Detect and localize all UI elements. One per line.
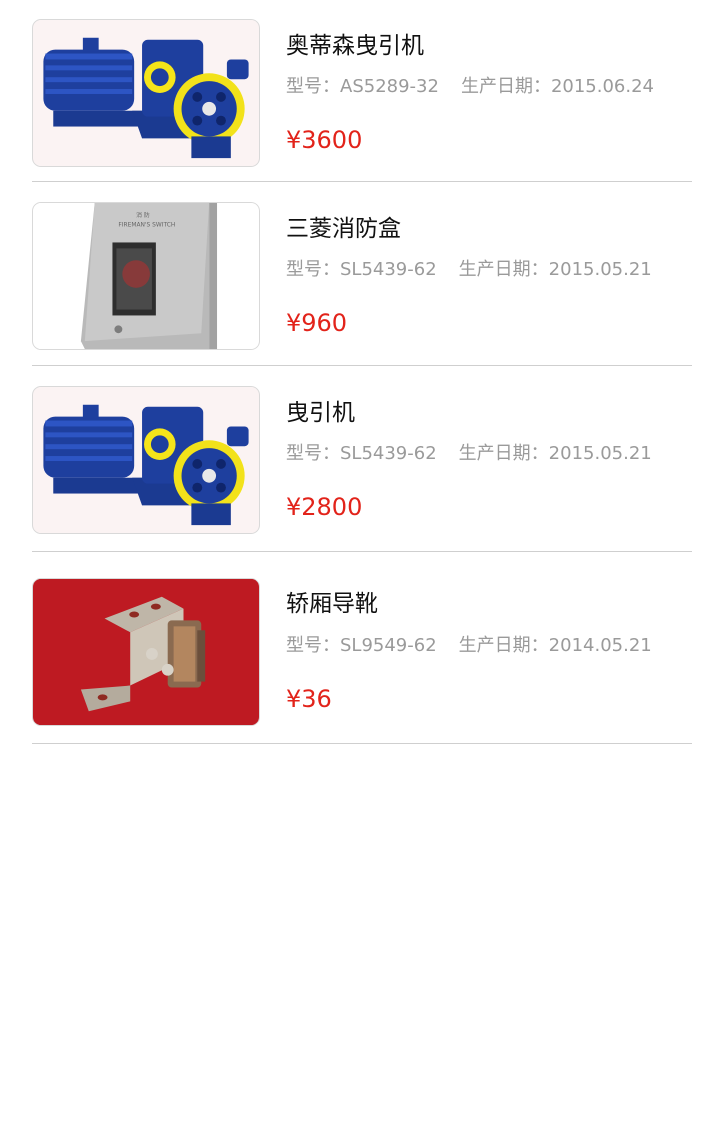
model-label: 型号： <box>286 259 340 280</box>
date-value: 2015.05.21 <box>548 443 652 464</box>
car-guide-shoe-image <box>33 579 259 725</box>
list-item[interactable]: 曳引机 型号：SL5439-62 生产日期：2015.05.21 ¥2800 <box>32 366 692 552</box>
date-label: 生产日期： <box>458 443 549 464</box>
model-value: SL5439-62 <box>340 259 437 280</box>
product-meta: 型号：SL9549-62 生产日期：2014.05.21 <box>286 631 652 657</box>
product-name: 三菱消防盒 <box>286 216 401 242</box>
product-meta: 型号：SL5439-62 生产日期：2015.05.21 <box>286 439 652 465</box>
product-image[interactable]: 消 防 FIREMAN'S SWITCH <box>32 202 260 350</box>
traction-machine-image <box>33 387 259 533</box>
date-label: 生产日期： <box>458 259 549 280</box>
date-label: 生产日期： <box>460 76 551 97</box>
date-label: 生产日期： <box>458 635 549 656</box>
product-price: ¥3600 <box>286 126 363 154</box>
model-label: 型号： <box>286 635 340 656</box>
product-name: 轿厢导靴 <box>286 591 378 617</box>
model-value: SL9549-62 <box>340 635 437 656</box>
model-value: AS5289-32 <box>340 76 439 97</box>
product-image[interactable] <box>32 578 260 726</box>
fire-switch-box-image: 消 防 FIREMAN'S SWITCH <box>33 203 259 349</box>
svg-text:FIREMAN'S SWITCH: FIREMAN'S SWITCH <box>118 223 175 229</box>
list-item[interactable]: 轿厢导靴 型号：SL9549-62 生产日期：2014.05.21 ¥36 <box>32 552 692 744</box>
date-value: 2015.05.21 <box>548 259 652 280</box>
svg-text:消 防: 消 防 <box>136 211 150 219</box>
date-value: 2015.06.24 <box>550 76 655 97</box>
product-name: 奥蒂森曳引机 <box>286 33 424 59</box>
product-meta: 型号：SL5439-62 生产日期：2015.05.21 <box>286 255 652 281</box>
traction-machine-image <box>33 20 259 166</box>
list-item[interactable]: 消 防 FIREMAN'S SWITCH 三菱消防盒 型号：SL5439-62 生… <box>32 182 692 366</box>
product-price: ¥2800 <box>286 493 363 521</box>
list-item[interactable]: 奥蒂森曳引机 型号：AS5289-32 生产日期：2015.06.24 ¥3600 <box>32 0 692 182</box>
product-image[interactable] <box>32 19 260 167</box>
product-meta: 型号：AS5289-32 生产日期：2015.06.24 <box>286 72 654 98</box>
model-value: SL5439-62 <box>340 443 437 464</box>
model-label: 型号： <box>286 76 340 97</box>
date-value: 2014.05.21 <box>548 635 652 656</box>
product-price: ¥36 <box>286 685 332 713</box>
product-price: ¥960 <box>286 309 348 337</box>
product-name: 曳引机 <box>286 400 355 426</box>
product-image[interactable] <box>32 386 260 534</box>
model-label: 型号： <box>286 443 340 464</box>
